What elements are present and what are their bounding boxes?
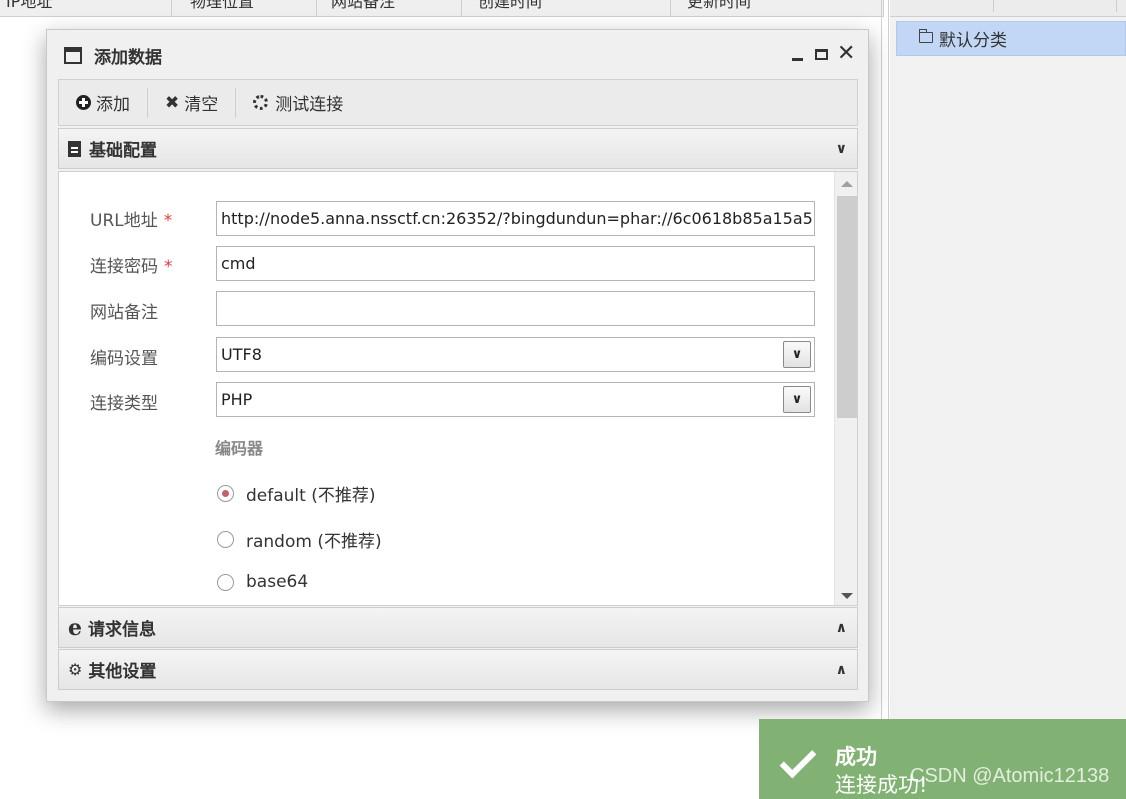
column-header-location[interactable]: 物理位置	[172, 0, 317, 16]
basic-config-panel: URL地址 * http://node5.anna.nssctf.cn:26352…	[58, 171, 858, 606]
type-label: 连接类型	[90, 394, 158, 414]
url-input[interactable]: http://node5.anna.nssctf.cn:26352/?bingd…	[216, 201, 815, 236]
password-input[interactable]: cmd	[216, 246, 815, 281]
column-header-note[interactable]: 网站备注	[317, 0, 462, 16]
close-button[interactable]: ✕	[837, 43, 855, 65]
radio-icon[interactable]	[217, 573, 234, 591]
column-header-created[interactable]: 创建时间	[462, 0, 671, 16]
connection-type-value: PHP	[221, 390, 253, 409]
encoding-label: 编码设置	[90, 349, 158, 369]
section-request-info[interactable]: e 请求信息 ∧	[58, 607, 858, 648]
category-panel: 默认分类	[890, 0, 1126, 799]
watermark: CSDN @Atomic12138	[910, 765, 1110, 787]
test-connection-label: 测试连接	[275, 95, 344, 115]
section-request-title: 请求信息	[88, 620, 156, 640]
dialog-titlebar[interactable]: 添加数据 ✕	[47, 30, 868, 79]
dialog-toolbar: 添加 ✖ 清空 测试连接	[58, 79, 858, 126]
document-icon	[68, 140, 81, 157]
note-input[interactable]	[216, 291, 815, 326]
add-button[interactable]: 添加	[59, 88, 147, 118]
radio-checked-icon[interactable]	[217, 485, 234, 502]
url-label: URL地址 *	[90, 211, 173, 231]
encoder-option-label: base64	[246, 572, 309, 592]
plus-circle-icon	[76, 95, 91, 110]
clear-button[interactable]: ✖ 清空	[148, 88, 235, 118]
chevron-down-icon[interactable]: ∨	[783, 386, 811, 413]
scroll-down-arrow-icon[interactable]	[841, 593, 853, 599]
add-data-dialog: 添加数据 ✕ 添加 ✖ 清空 测试连接 基础配置 ∨ URL地址 * http:/…	[46, 29, 869, 702]
list-header: IP地址 物理位置 网站备注 创建时间 更新时间	[0, 0, 884, 17]
section-basic-title: 基础配置	[89, 141, 157, 161]
chevron-up-icon: ∧	[835, 662, 847, 678]
spinner-icon	[253, 95, 269, 110]
column-header-updated[interactable]: 更新时间	[671, 0, 884, 16]
section-basic-config[interactable]: 基础配置 ∨	[58, 128, 858, 169]
category-item-default[interactable]: 默认分类	[896, 21, 1126, 56]
check-icon	[779, 741, 817, 779]
encoder-option-base64[interactable]: base64	[217, 572, 308, 592]
encoder-title: 编码器	[215, 439, 264, 458]
column-header-ip[interactable]: IP地址	[0, 0, 172, 16]
chevron-up-icon: ∧	[835, 620, 847, 636]
encoder-option-label: default (不推荐)	[246, 486, 376, 506]
note-label: 网站备注	[90, 303, 158, 323]
panel-scrollbar[interactable]	[834, 172, 857, 605]
toast-title: 成功	[835, 745, 877, 769]
radio-icon[interactable]	[217, 531, 234, 548]
maximize-button[interactable]	[813, 45, 831, 63]
section-other-title: 其他设置	[88, 662, 157, 682]
password-label: 连接密码 *	[90, 257, 173, 277]
minimize-button[interactable]	[789, 45, 807, 63]
add-button-label: 添加	[96, 95, 130, 115]
encoder-option-label: random (不推荐)	[246, 532, 382, 552]
times-icon: ✖	[165, 92, 180, 113]
chevron-down-icon: ∨	[835, 141, 847, 157]
encoding-value: UTF8	[221, 345, 262, 364]
test-connection-button[interactable]: 测试连接	[236, 88, 360, 118]
category-item-label: 默认分类	[939, 31, 1007, 51]
pane-divider-2	[888, 0, 889, 799]
encoder-option-random[interactable]: random (不推荐)	[217, 527, 382, 552]
connection-type-select[interactable]: PHP ∨	[216, 382, 815, 417]
edge-icon: e	[68, 614, 82, 641]
dialog-title: 添加数据	[94, 48, 162, 68]
clear-button-label: 清空	[184, 95, 219, 115]
encoding-select[interactable]: UTF8 ∨	[216, 337, 815, 372]
encoder-option-default[interactable]: default (不推荐)	[217, 481, 375, 506]
folder-icon	[918, 29, 933, 43]
scrollbar-thumb[interactable]	[837, 196, 857, 418]
scroll-up-arrow-icon[interactable]	[841, 181, 853, 187]
window-icon	[64, 47, 82, 64]
category-panel-header	[890, 0, 1126, 17]
gears-icon: ⚙	[68, 660, 83, 679]
pane-divider	[881, 0, 882, 799]
chevron-down-icon[interactable]: ∨	[783, 341, 811, 368]
section-other-settings[interactable]: ⚙ 其他设置 ∧	[58, 649, 858, 690]
